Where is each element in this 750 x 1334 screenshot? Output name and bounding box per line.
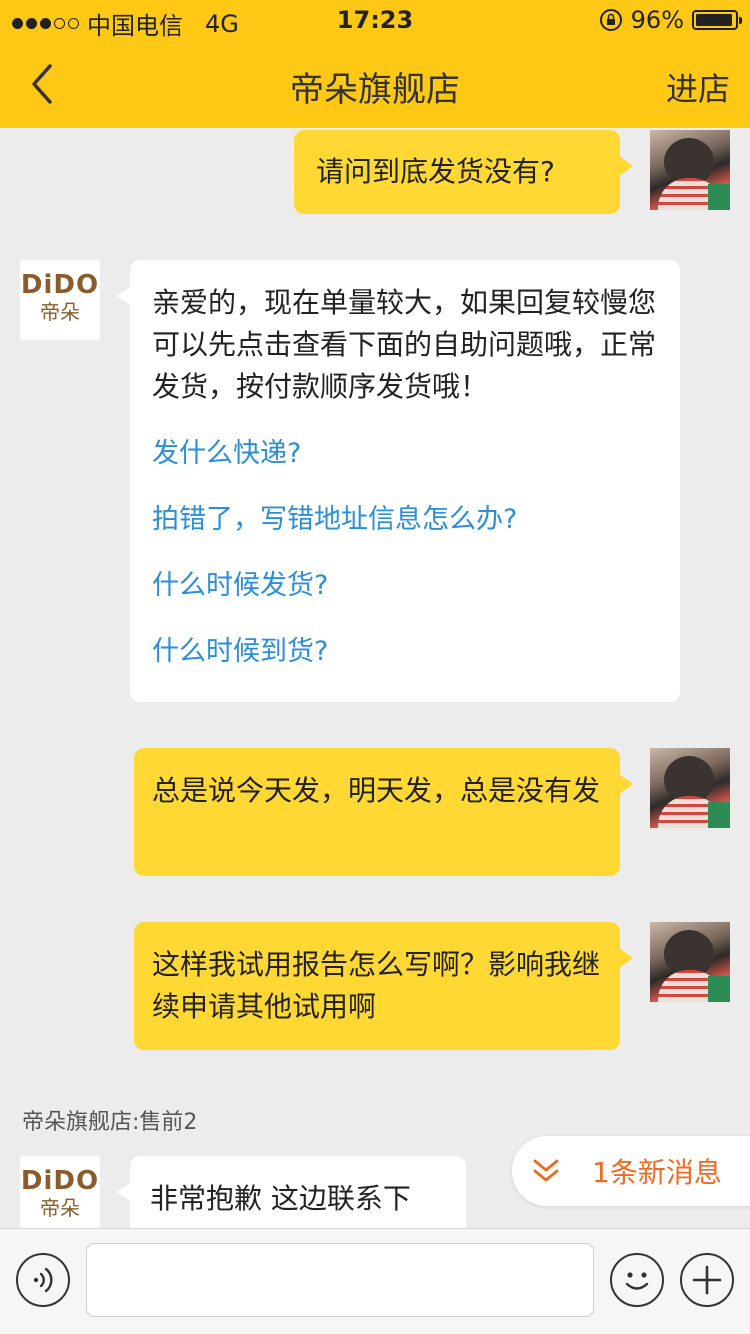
shop-logo-cn: 帝朵 <box>40 1196 80 1220</box>
navigation-bar: 帝朵旗舰店 进店 <box>0 40 750 128</box>
message-text: 请问到底发货没有? <box>316 155 555 188</box>
faq-link-wrong-address[interactable]: 拍错了，写错地址信息怎么办? <box>152 500 658 540</box>
faq-link-ship-time[interactable]: 什么时候发货? <box>152 566 658 606</box>
faq-link-arrival-time[interactable]: 什么时候到货? <box>152 632 658 672</box>
message-text: 亲爱的，现在单量较大，如果回复较慢您可以先点击查看下面的自助问题哦，正常发货，按… <box>152 286 657 403</box>
emoji-icon <box>625 1272 649 1290</box>
battery-percent: 96% <box>630 6 684 34</box>
plus-icon <box>692 1265 722 1295</box>
sender-name: 帝朵旗舰店:售前2 <box>22 1110 198 1135</box>
status-bar: 中国电信 4G 17:23 96% <box>0 0 750 40</box>
voice-button[interactable] <box>16 1253 70 1307</box>
double-chevron-down-icon <box>533 1159 559 1182</box>
input-bar <box>0 1228 750 1334</box>
shop-logo-cn: 帝朵 <box>40 300 80 324</box>
user-message-bubble[interactable]: 总是说今天发，明天发，总是没有发 <box>134 748 633 876</box>
emoji-button[interactable] <box>610 1253 664 1307</box>
battery-icon <box>692 10 742 30</box>
user-message-bubble[interactable]: 请问到底发货没有? <box>294 130 633 214</box>
new-message-button[interactable]: 1条新消息 <box>512 1136 750 1206</box>
user-avatar[interactable] <box>650 130 730 210</box>
message-input[interactable] <box>86 1243 594 1317</box>
user-message-bubble[interactable]: 这样我试用报告怎么写啊？影响我继续申请其他试用啊 <box>134 922 633 1050</box>
message-text: 总是说今天发，明天发，总是没有发 <box>152 774 601 807</box>
shop-logo-text: DiDO <box>20 270 100 300</box>
message-text: 这样我试用报告怎么写啊？影响我继续申请其他试用啊 <box>152 948 601 1023</box>
shop-message-bubble[interactable]: 非常抱歉 这边联系下 <box>117 1156 466 1228</box>
shop-avatar[interactable]: DiDO 帝朵 <box>20 1156 100 1228</box>
page-title: 帝朵旗舰店 <box>290 70 460 110</box>
plus-button[interactable] <box>680 1253 734 1307</box>
message-text: 非常抱歉 这边联系下 <box>150 1182 411 1215</box>
voice-icon <box>33 1267 53 1293</box>
shop-message-bubble[interactable]: 亲爱的，现在单量较大，如果回复较慢您可以先点击查看下面的自助问题哦，正常发货，按… <box>117 260 680 702</box>
new-message-label: 1条新消息 <box>592 1156 722 1189</box>
enter-shop-button[interactable]: 进店 <box>666 64 730 110</box>
faq-link-express[interactable]: 发什么快递? <box>152 434 658 474</box>
status-right: 96% <box>599 6 742 34</box>
orientation-lock-icon <box>599 9 622 31</box>
user-avatar[interactable] <box>650 748 730 828</box>
shop-avatar[interactable]: DiDO 帝朵 <box>20 260 100 340</box>
user-avatar[interactable] <box>650 922 730 1002</box>
shop-logo-text: DiDO <box>20 1166 100 1196</box>
